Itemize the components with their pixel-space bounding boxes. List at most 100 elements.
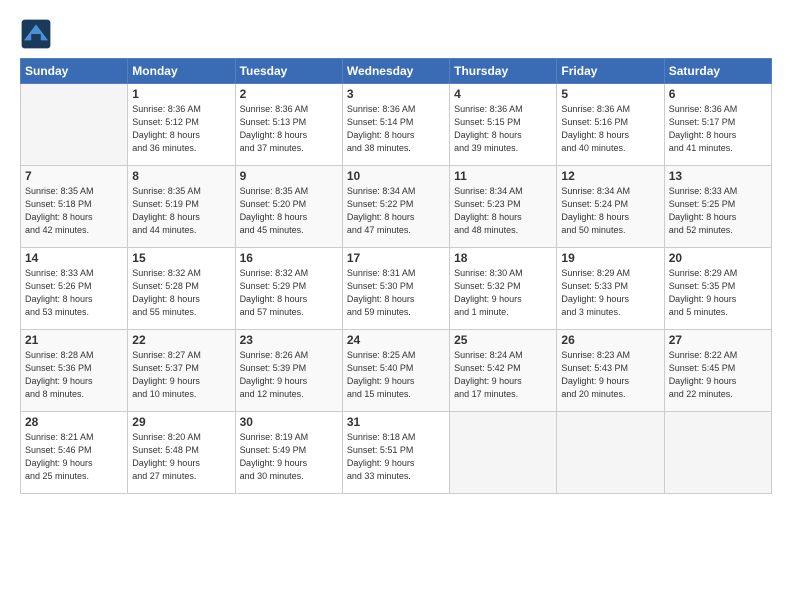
day-cell: 1 Sunrise: 8:36 AMSunset: 5:12 PMDaylight… — [128, 84, 235, 166]
day-info: Sunrise: 8:35 AMSunset: 5:18 PMDaylight:… — [25, 185, 123, 237]
day-number: 28 — [25, 415, 123, 429]
day-cell: 9Sunrise: 8:35 AMSunset: 5:20 PMDaylight… — [235, 166, 342, 248]
day-cell: 7 Sunrise: 8:35 AMSunset: 5:18 PMDaylight… — [21, 166, 128, 248]
day-info: Sunrise: 8:32 AMSunset: 5:29 PMDaylight:… — [240, 267, 338, 319]
day-info: Sunrise: 8:22 AMSunset: 5:45 PMDaylight:… — [669, 349, 767, 401]
day-number: 24 — [347, 333, 445, 347]
day-cell: 10Sunrise: 8:34 AMSunset: 5:22 PMDayligh… — [342, 166, 449, 248]
day-cell: 25 Sunrise: 8:24 AMSunset: 5:42 PMDayligh… — [450, 330, 557, 412]
day-cell — [450, 412, 557, 494]
week-row-4: 21 Sunrise: 8:28 AMSunset: 5:36 PMDayligh… — [21, 330, 772, 412]
day-number: 9 — [240, 169, 338, 183]
day-cell: 28 Sunrise: 8:21 AMSunset: 5:46 PMDayligh… — [21, 412, 128, 494]
day-number: 21 — [25, 333, 123, 347]
day-info: Sunrise: 8:36 AMSunset: 5:17 PMDaylight:… — [669, 103, 767, 155]
day-info: Sunrise: 8:32 AMSunset: 5:28 PMDaylight:… — [132, 267, 230, 319]
day-number: 12 — [561, 169, 659, 183]
day-number: 11 — [454, 169, 552, 183]
col-header-thursday: Thursday — [450, 59, 557, 84]
day-info: Sunrise: 8:21 AMSunset: 5:46 PMDaylight:… — [25, 431, 123, 483]
day-cell: 23 Sunrise: 8:26 AMSunset: 5:39 PMDayligh… — [235, 330, 342, 412]
day-info: Sunrise: 8:25 AMSunset: 5:40 PMDaylight:… — [347, 349, 445, 401]
day-number: 20 — [669, 251, 767, 265]
day-info: Sunrise: 8:31 AMSunset: 5:30 PMDaylight:… — [347, 267, 445, 319]
day-info: Sunrise: 8:36 AMSunset: 5:12 PMDaylight:… — [132, 103, 230, 155]
day-number: 3 — [347, 87, 445, 101]
day-number: 1 — [132, 87, 230, 101]
day-info: Sunrise: 8:34 AMSunset: 5:24 PMDaylight:… — [561, 185, 659, 237]
day-cell: 20 Sunrise: 8:29 AMSunset: 5:35 PMDayligh… — [664, 248, 771, 330]
week-row-1: 1 Sunrise: 8:36 AMSunset: 5:12 PMDaylight… — [21, 84, 772, 166]
calendar-header-row: SundayMondayTuesdayWednesdayThursdayFrid… — [21, 59, 772, 84]
day-number: 17 — [347, 251, 445, 265]
day-cell: 24 Sunrise: 8:25 AMSunset: 5:40 PMDayligh… — [342, 330, 449, 412]
day-cell: 22 Sunrise: 8:27 AMSunset: 5:37 PMDayligh… — [128, 330, 235, 412]
day-number: 19 — [561, 251, 659, 265]
day-info: Sunrise: 8:28 AMSunset: 5:36 PMDaylight:… — [25, 349, 123, 401]
day-number: 18 — [454, 251, 552, 265]
col-header-tuesday: Tuesday — [235, 59, 342, 84]
logo — [20, 18, 56, 50]
day-cell: 5Sunrise: 8:36 AMSunset: 5:16 PMDaylight… — [557, 84, 664, 166]
day-number: 4 — [454, 87, 552, 101]
day-info: Sunrise: 8:33 AMSunset: 5:26 PMDaylight:… — [25, 267, 123, 319]
day-cell: 18 Sunrise: 8:30 AMSunset: 5:32 PMDayligh… — [450, 248, 557, 330]
day-info: Sunrise: 8:36 AMSunset: 5:15 PMDaylight:… — [454, 103, 552, 155]
day-cell: 15 Sunrise: 8:32 AMSunset: 5:28 PMDayligh… — [128, 248, 235, 330]
col-header-friday: Friday — [557, 59, 664, 84]
day-cell: 3 Sunrise: 8:36 AMSunset: 5:14 PMDaylight… — [342, 84, 449, 166]
day-cell: 12 Sunrise: 8:34 AMSunset: 5:24 PMDayligh… — [557, 166, 664, 248]
day-cell: 4 Sunrise: 8:36 AMSunset: 5:15 PMDaylight… — [450, 84, 557, 166]
header — [20, 18, 772, 50]
day-cell: 29 Sunrise: 8:20 AMSunset: 5:48 PMDayligh… — [128, 412, 235, 494]
col-header-wednesday: Wednesday — [342, 59, 449, 84]
day-number: 29 — [132, 415, 230, 429]
day-cell: 31Sunrise: 8:18 AMSunset: 5:51 PMDayligh… — [342, 412, 449, 494]
day-number: 6 — [669, 87, 767, 101]
day-number: 16 — [240, 251, 338, 265]
day-cell: 8 Sunrise: 8:35 AMSunset: 5:19 PMDaylight… — [128, 166, 235, 248]
day-number: 8 — [132, 169, 230, 183]
day-number: 30 — [240, 415, 338, 429]
day-number: 13 — [669, 169, 767, 183]
day-number: 7 — [25, 169, 123, 183]
day-number: 26 — [561, 333, 659, 347]
day-cell: 6 Sunrise: 8:36 AMSunset: 5:17 PMDaylight… — [664, 84, 771, 166]
day-info: Sunrise: 8:36 AMSunset: 5:14 PMDaylight:… — [347, 103, 445, 155]
day-cell: 26Sunrise: 8:23 AMSunset: 5:43 PMDayligh… — [557, 330, 664, 412]
day-info: Sunrise: 8:30 AMSunset: 5:32 PMDaylight:… — [454, 267, 552, 319]
day-number: 15 — [132, 251, 230, 265]
day-cell — [664, 412, 771, 494]
day-info: Sunrise: 8:27 AMSunset: 5:37 PMDaylight:… — [132, 349, 230, 401]
col-header-monday: Monday — [128, 59, 235, 84]
day-info: Sunrise: 8:24 AMSunset: 5:42 PMDaylight:… — [454, 349, 552, 401]
day-cell: 14 Sunrise: 8:33 AMSunset: 5:26 PMDayligh… — [21, 248, 128, 330]
day-info: Sunrise: 8:29 AMSunset: 5:35 PMDaylight:… — [669, 267, 767, 319]
day-info: Sunrise: 8:34 AMSunset: 5:23 PMDaylight:… — [454, 185, 552, 237]
day-cell: 21 Sunrise: 8:28 AMSunset: 5:36 PMDayligh… — [21, 330, 128, 412]
day-number: 22 — [132, 333, 230, 347]
col-header-sunday: Sunday — [21, 59, 128, 84]
day-cell: 2 Sunrise: 8:36 AMSunset: 5:13 PMDaylight… — [235, 84, 342, 166]
day-info: Sunrise: 8:20 AMSunset: 5:48 PMDaylight:… — [132, 431, 230, 483]
day-info: Sunrise: 8:36 AMSunset: 5:13 PMDaylight:… — [240, 103, 338, 155]
day-number: 2 — [240, 87, 338, 101]
day-number: 23 — [240, 333, 338, 347]
day-info: Sunrise: 8:35 AMSunset: 5:19 PMDaylight:… — [132, 185, 230, 237]
day-info: Sunrise: 8:26 AMSunset: 5:39 PMDaylight:… — [240, 349, 338, 401]
day-cell: 13 Sunrise: 8:33 AMSunset: 5:25 PMDayligh… — [664, 166, 771, 248]
week-row-3: 14 Sunrise: 8:33 AMSunset: 5:26 PMDayligh… — [21, 248, 772, 330]
day-cell: 27Sunrise: 8:22 AMSunset: 5:45 PMDayligh… — [664, 330, 771, 412]
day-number: 5 — [561, 87, 659, 101]
logo-icon — [20, 18, 52, 50]
day-info: Sunrise: 8:19 AMSunset: 5:49 PMDaylight:… — [240, 431, 338, 483]
day-cell: 16 Sunrise: 8:32 AMSunset: 5:29 PMDayligh… — [235, 248, 342, 330]
day-cell — [557, 412, 664, 494]
day-info: Sunrise: 8:18 AMSunset: 5:51 PMDaylight:… — [347, 431, 445, 483]
week-row-5: 28 Sunrise: 8:21 AMSunset: 5:46 PMDayligh… — [21, 412, 772, 494]
day-number: 14 — [25, 251, 123, 265]
day-number: 25 — [454, 333, 552, 347]
day-info: Sunrise: 8:33 AMSunset: 5:25 PMDaylight:… — [669, 185, 767, 237]
day-info: Sunrise: 8:34 AMSunset: 5:22 PMDaylight:… — [347, 185, 445, 237]
day-cell — [21, 84, 128, 166]
